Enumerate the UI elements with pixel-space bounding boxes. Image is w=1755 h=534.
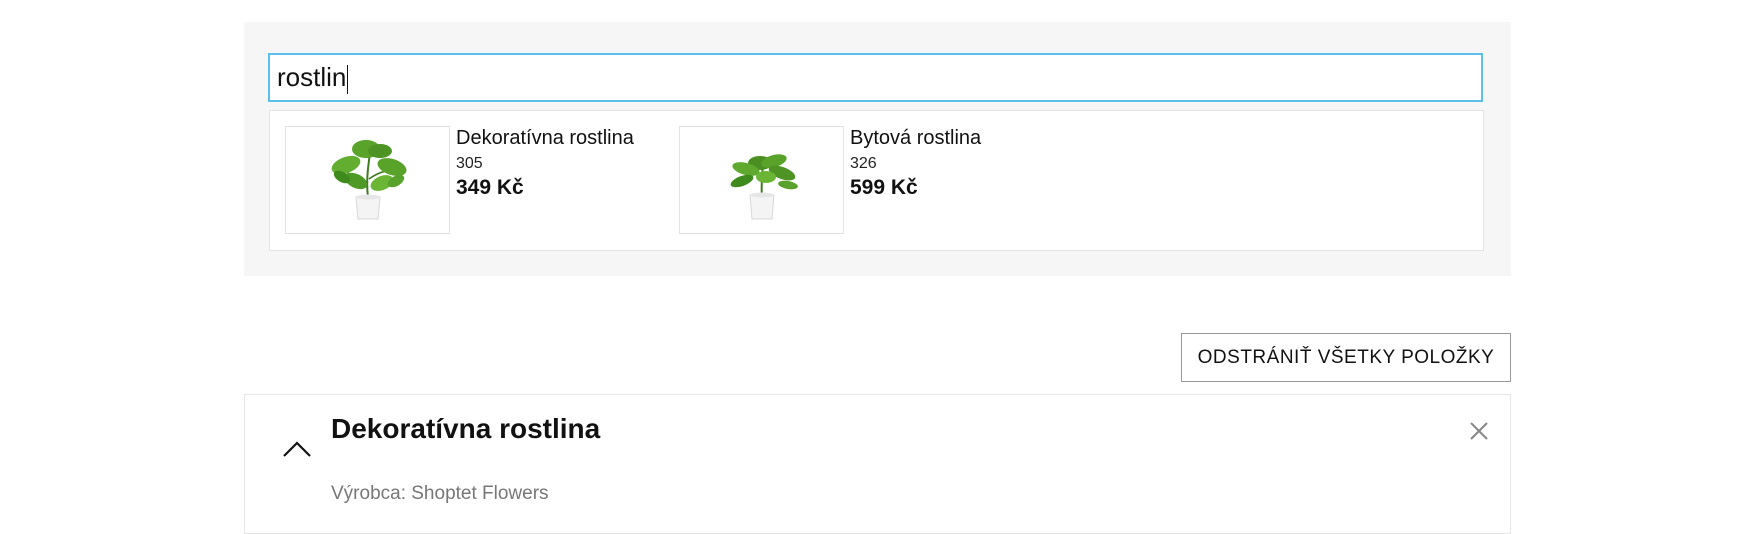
- plant-image: [331, 140, 406, 220]
- remove-all-items-button[interactable]: ODSTRÁNIŤ VŠETKY POLOŽKY: [1181, 333, 1511, 382]
- search-result-item[interactable]: Dekoratívna rostlina 305 349 Kč: [285, 126, 645, 236]
- product-thumbnail: [285, 126, 450, 234]
- cart-item-title: Dekoratívna rostlina: [331, 413, 601, 444]
- result-code: 305: [456, 155, 483, 172]
- close-icon[interactable]: [1467, 419, 1491, 443]
- search-results-dropdown: Dekoratívna rostlina 305 349 Kč Bytová r…: [269, 110, 1484, 251]
- result-price: 599 Kč: [850, 176, 918, 199]
- cart-item-manufacturer: Výrobca: Shoptet Flowers: [331, 483, 549, 504]
- search-input-value: rostlin: [277, 62, 347, 92]
- result-name: Bytová rostlina: [850, 127, 982, 149]
- product-thumbnail: [679, 126, 844, 234]
- result-code: 326: [850, 155, 877, 172]
- result-name: Dekoratívna rostlina: [456, 127, 634, 149]
- text-caret: [347, 64, 349, 94]
- cart-item: Dekoratívna rostlina Výrobca: Shoptet Fl…: [244, 394, 1511, 534]
- search-result-item[interactable]: Bytová rostlina 326 599 Kč: [679, 126, 1039, 236]
- search-input[interactable]: rostlin: [268, 53, 1483, 102]
- chevron-up-icon[interactable]: [281, 439, 313, 459]
- result-price: 349 Kč: [456, 176, 524, 199]
- search-panel: rostlin Dekoratívna rostlina 305 349 Kč …: [244, 22, 1511, 276]
- plant-image: [730, 154, 798, 220]
